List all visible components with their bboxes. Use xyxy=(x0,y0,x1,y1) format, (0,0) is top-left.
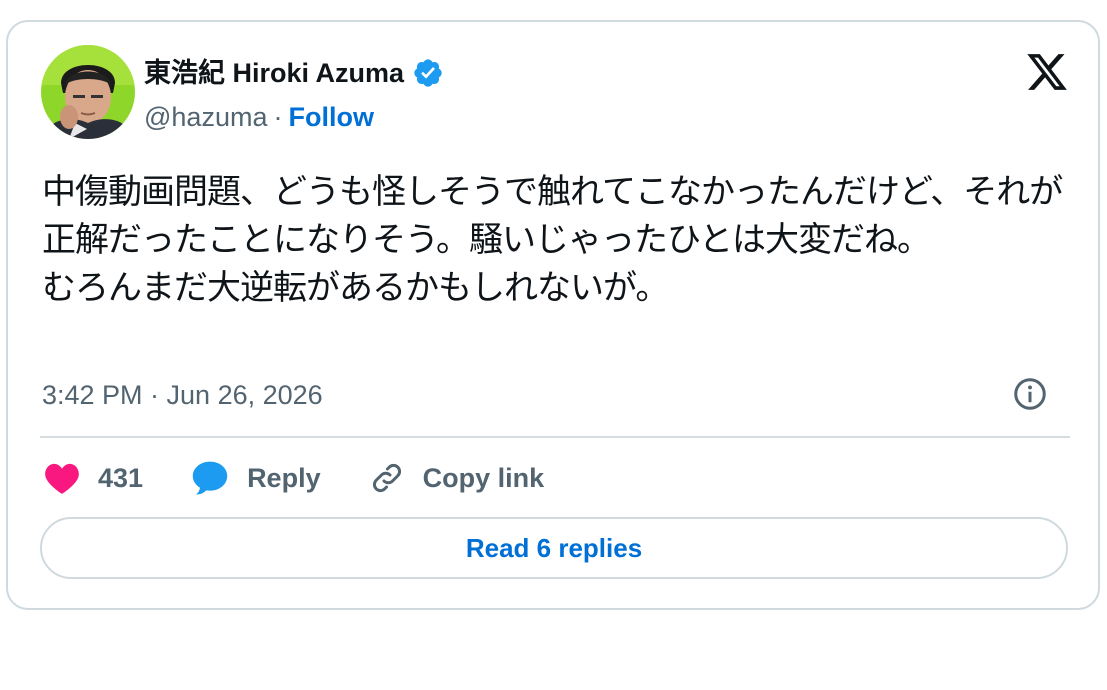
avatar[interactable] xyxy=(41,45,135,139)
copy-link-label: Copy link xyxy=(422,462,545,493)
follow-link[interactable]: Follow xyxy=(288,102,373,133)
reply-button[interactable]: Reply xyxy=(191,460,321,496)
tweet-embed-card: 東浩紀 Hiroki Azuma @hazuma · Follow 中傷動画問題… xyxy=(6,20,1100,610)
separator-dot: · xyxy=(273,101,283,132)
info-icon[interactable] xyxy=(1012,376,1048,412)
read-replies-button[interactable]: Read 6 replies xyxy=(40,517,1068,579)
verified-badge-icon xyxy=(412,57,444,89)
like-count: 431 xyxy=(98,462,144,493)
action-bar: 431 Reply Copy link xyxy=(44,458,592,498)
display-name[interactable]: 東浩紀 Hiroki Azuma xyxy=(144,56,404,90)
reply-label: Reply xyxy=(247,462,321,493)
read-replies-label: Read 6 replies xyxy=(465,532,643,563)
like-button[interactable]: 431 xyxy=(44,461,143,495)
heart-icon xyxy=(45,463,79,494)
tweet-timestamp[interactable]: 3:42 PM · Jun 26, 2026 xyxy=(42,378,323,412)
reply-bubble-icon xyxy=(192,461,228,495)
divider xyxy=(40,436,1070,438)
handle-row: @hazuma · Follow xyxy=(144,100,374,134)
author-name-row: 東浩紀 Hiroki Azuma xyxy=(144,56,444,90)
avatar-image xyxy=(41,45,135,139)
link-icon xyxy=(372,464,401,492)
copy-link-button[interactable]: Copy link xyxy=(369,460,545,496)
x-logo-icon[interactable] xyxy=(1024,50,1070,94)
tweet-text: 中傷動画問題、どうも怪しそうで触れてこなかったんだけど、それが正解だったことにな… xyxy=(42,172,1063,308)
handle[interactable]: @hazuma xyxy=(144,102,267,133)
